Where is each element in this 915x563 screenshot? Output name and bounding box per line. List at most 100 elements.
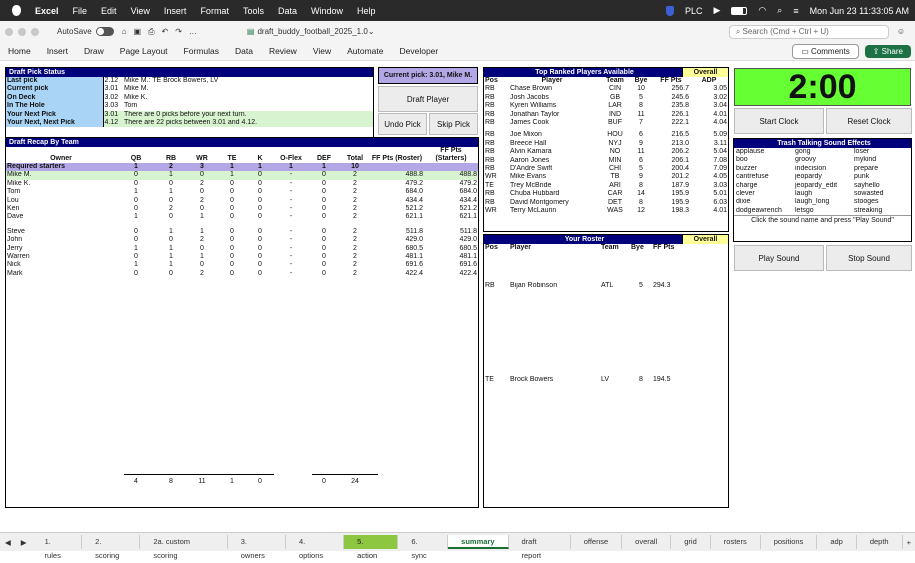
player-name[interactable]: David Montgomery xyxy=(504,199,600,207)
sound-name[interactable]: sowasted xyxy=(852,190,911,198)
team-stat[interactable]: 0 xyxy=(156,197,186,205)
team-stat[interactable]: 521.2 xyxy=(424,205,478,213)
status-pick-number[interactable]: 4.12 xyxy=(103,119,123,128)
owner-name[interactable]: Ken xyxy=(6,205,116,213)
owner-name[interactable]: Jerry xyxy=(6,245,116,253)
zoom-window-icon[interactable] xyxy=(31,27,39,36)
player-name[interactable]: Terry McLaurin xyxy=(504,207,600,215)
team-stat[interactable]: 2 xyxy=(340,205,370,213)
team-stat[interactable]: 0 xyxy=(218,205,246,213)
minimize-window-icon[interactable] xyxy=(18,27,26,36)
team-stat[interactable]: 0 xyxy=(116,197,156,205)
player-name[interactable]: D'Andre Swift xyxy=(504,165,600,173)
roster-cell[interactable]: Brock Bowers xyxy=(504,376,600,384)
status-pick-number[interactable]: 3.02 xyxy=(103,94,123,102)
team-stat[interactable]: 429.0 xyxy=(370,236,424,244)
player-cell[interactable]: 195.9 xyxy=(652,199,690,207)
stop-sound-button[interactable]: Stop Sound xyxy=(826,245,912,271)
tab-scroll-left-icon[interactable]: ◀ xyxy=(0,538,16,547)
team-stat[interactable]: - xyxy=(274,171,308,179)
player-cell[interactable]: 6.03 xyxy=(690,199,728,207)
team-stat[interactable]: 2 xyxy=(340,197,370,205)
sheet-tab[interactable]: 1. rules xyxy=(32,535,83,560)
team-stat[interactable]: 0 xyxy=(218,228,246,236)
player-cell[interactable]: 5.04 xyxy=(690,148,728,156)
autosave-toggle[interactable] xyxy=(95,27,114,36)
sound-name[interactable]: gong xyxy=(793,148,852,156)
player-cell[interactable]: LAR xyxy=(600,102,630,110)
roster-ranking-select[interactable]: Overall xyxy=(682,235,728,244)
status-text[interactable]: There are 0 picks before your next turn. xyxy=(123,110,373,120)
sheet-tab[interactable]: grid xyxy=(671,535,711,549)
owner-name[interactable]: Mike M. xyxy=(6,171,116,179)
column-header[interactable]: ADP xyxy=(690,77,728,85)
player-cell[interactable]: RB xyxy=(484,102,504,110)
player-cell[interactable]: 187.9 xyxy=(652,182,690,190)
team-stat[interactable]: 0 xyxy=(246,261,274,269)
sound-name[interactable]: laugh xyxy=(793,190,852,198)
menu-view[interactable]: View xyxy=(131,6,150,16)
roster-cell[interactable]: RB xyxy=(484,282,504,290)
player-cell[interactable]: TE xyxy=(484,182,504,190)
menu-insert[interactable]: Insert xyxy=(164,6,187,16)
print-icon[interactable]: ⎙ xyxy=(148,27,154,37)
tab-automate[interactable]: Automate xyxy=(339,46,391,56)
team-stat[interactable]: 1 xyxy=(156,228,186,236)
team-stat[interactable]: 0 xyxy=(116,205,156,213)
menu-format[interactable]: Format xyxy=(200,6,229,16)
roster-cell[interactable]: 5 xyxy=(630,282,652,290)
team-stat[interactable]: 0 xyxy=(156,180,186,188)
team-stat[interactable]: 2 xyxy=(340,228,370,236)
status-label[interactable]: Current pick xyxy=(6,85,104,94)
roster-cell[interactable]: 294.3 xyxy=(652,282,690,290)
menu-help[interactable]: Help xyxy=(357,6,376,16)
player-cell[interactable]: 5.09 xyxy=(690,129,728,139)
team-stat[interactable]: 1 xyxy=(186,213,218,221)
team-stat[interactable]: 481.1 xyxy=(370,253,424,261)
player-cell[interactable]: CHI xyxy=(600,165,630,173)
team-stat[interactable]: 0 xyxy=(308,205,340,213)
status-text[interactable]: There are 22 picks between 3.01 and 4.12… xyxy=(123,119,373,128)
team-stat[interactable]: 511.8 xyxy=(424,228,478,236)
owner-name[interactable]: Tom xyxy=(6,188,116,196)
filler[interactable] xyxy=(424,163,478,171)
user-icon[interactable]: ☺ xyxy=(897,27,905,36)
search-input[interactable]: ⌕ Search (Cmd + Ctrl + U) xyxy=(728,24,889,39)
filler[interactable] xyxy=(370,163,424,171)
player-cell[interactable]: HOU xyxy=(600,129,630,139)
status-text[interactable]: Mike M.: TE Brock Bowers, LV xyxy=(123,77,373,85)
team-stat[interactable]: - xyxy=(274,197,308,205)
team-stat[interactable]: 434.4 xyxy=(370,197,424,205)
status-text[interactable]: Tom xyxy=(123,102,373,110)
team-stat[interactable]: 0 xyxy=(308,228,340,236)
menu-data[interactable]: Data xyxy=(278,6,297,16)
player-cell[interactable]: DET xyxy=(600,199,630,207)
owner-name[interactable]: Steve xyxy=(6,228,116,236)
team-stat[interactable]: 0 xyxy=(308,171,340,179)
player-cell[interactable]: 235.8 xyxy=(652,102,690,110)
player-name[interactable]: Jonathan Taylor xyxy=(504,111,600,119)
team-stat[interactable]: 0 xyxy=(156,270,186,278)
team-stat[interactable]: 2 xyxy=(186,180,218,188)
team-stat[interactable]: 0 xyxy=(186,188,218,196)
player-cell[interactable]: 8 xyxy=(630,182,652,190)
close-window-icon[interactable] xyxy=(5,27,13,36)
team-stat[interactable]: - xyxy=(274,213,308,221)
team-stat[interactable]: 2 xyxy=(340,270,370,278)
team-stat[interactable]: 621.1 xyxy=(370,213,424,221)
sound-name[interactable]: letsgo xyxy=(793,207,852,215)
owner-name[interactable]: Dave xyxy=(6,213,116,221)
menu-file[interactable]: File xyxy=(73,6,88,16)
player-cell[interactable]: 9 xyxy=(630,140,652,148)
team-stat[interactable]: - xyxy=(274,261,308,269)
player-cell[interactable]: 5 xyxy=(630,94,652,102)
sheet-tab[interactable]: 5. action xyxy=(344,535,399,560)
column-header[interactable]: Player xyxy=(504,244,600,252)
team-stat[interactable]: 0 xyxy=(186,245,218,253)
player-cell[interactable]: 5 xyxy=(630,165,652,173)
player-cell[interactable]: NYJ xyxy=(600,140,630,148)
player-name[interactable]: Josh Jacobs xyxy=(504,94,600,102)
column-header[interactable]: TE xyxy=(218,147,246,163)
status-pick-number[interactable]: 3.03 xyxy=(103,102,123,110)
player-cell[interactable]: 206.1 xyxy=(652,157,690,165)
